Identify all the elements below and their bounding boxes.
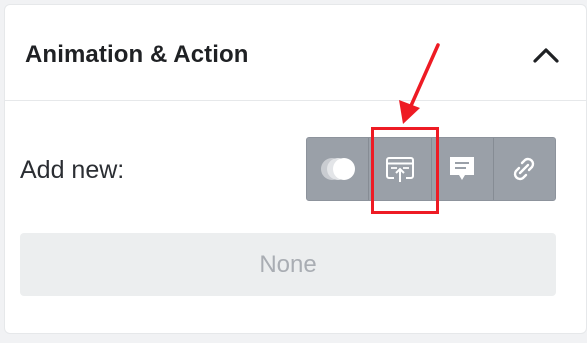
- collapse-button[interactable]: [530, 41, 562, 69]
- current-action-none[interactable]: None: [20, 233, 556, 296]
- add-tooltip-button[interactable]: [430, 138, 493, 200]
- add-popup-button[interactable]: [368, 138, 431, 200]
- panel-title: Animation & Action: [25, 41, 249, 68]
- add-new-label: Add new:: [20, 156, 125, 184]
- window-popup-icon: [385, 157, 414, 182]
- overlapping-circles-icon: [320, 158, 355, 180]
- add-action-button-group: [306, 137, 556, 201]
- panel-header[interactable]: Animation & Action: [5, 5, 586, 101]
- link-icon: [514, 157, 535, 181]
- add-link-button[interactable]: [492, 138, 555, 200]
- speech-bubble-icon: [450, 157, 475, 180]
- chevron-up-icon: [533, 48, 559, 63]
- add-animation-button[interactable]: [307, 138, 369, 200]
